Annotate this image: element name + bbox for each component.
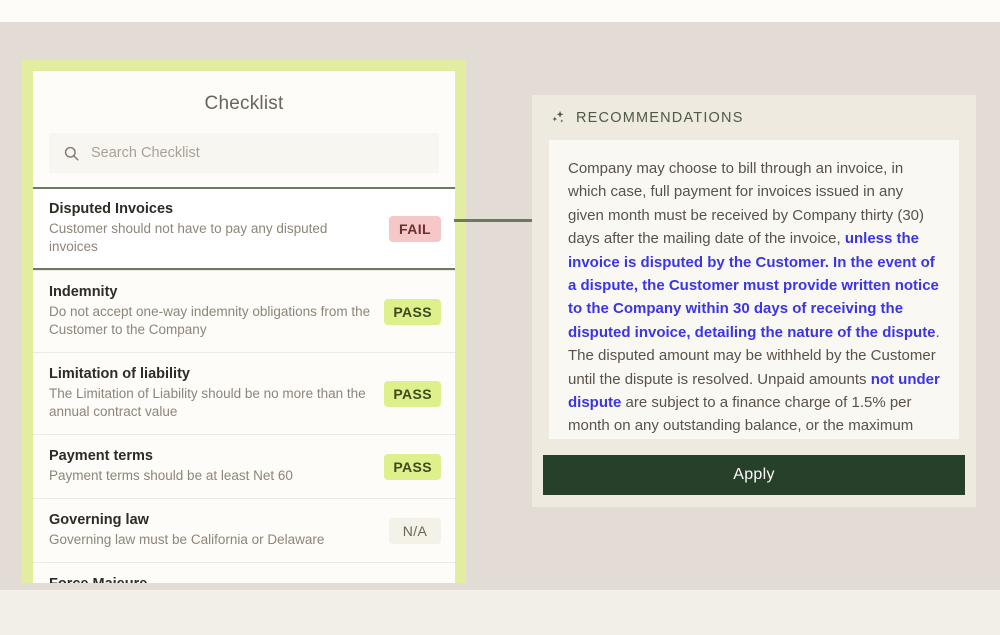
checklist-item-disputed-invoices[interactable]: Disputed Invoices Customer should not ha… [33,187,455,271]
status-badge: PASS [384,298,441,325]
page-title: Checklist [204,93,284,114]
list-item-text: Disputed Invoices Customer should not ha… [49,201,389,256]
list-item-description: Governing law must be California or Dela… [49,532,325,548]
recommendations-header: RECOMMENDATIONS [532,95,976,126]
list-item-title: Limitation of liability [49,366,190,383]
recommendation-text: Company may choose to bill through an in… [568,157,940,439]
list-item-text: Force Majeure Neither party will have an… [49,576,384,583]
checklist-item-indemnity[interactable]: Indemnity Do not accept one-way indemnit… [33,270,455,353]
checklist-item-limitation-of-liability[interactable]: Limitation of liability The Limitation o… [33,352,455,435]
footer-band [0,590,1000,635]
list-item-title: Payment terms [49,448,153,465]
status-badge: PASS [384,453,441,480]
list-item-text: Governing law Governing law must be Cali… [49,512,389,549]
list-item-title: Disputed Invoices [49,201,174,217]
list-item-title: Force Majeure [49,576,374,583]
list-item-title: Indemnity [49,284,118,301]
connector-line [454,219,534,222]
list-item-text: Payment terms Payment terms should be at… [49,448,384,485]
search-icon [63,145,80,162]
list-item-text: Limitation of liability The Limitation o… [49,366,384,421]
checklist-item-governing-law[interactable]: Governing law Governing law must be Cali… [33,498,455,563]
apply-button[interactable]: Apply [543,455,965,495]
recommendations-panel: RECOMMENDATIONS Company may choose to bi… [532,95,976,507]
checklist-item-force-majeure[interactable]: Force Majeure Neither party will have an… [33,562,455,583]
screenshot-root: Checklist Disputed Invoices Customer sho… [0,0,1000,635]
status-badge: N/A [389,517,441,544]
list-item-description: Do not accept one-way indemnity obligati… [49,304,371,338]
checklist-item-payment-terms[interactable]: Payment terms Payment terms should be at… [33,434,455,499]
list-item-description: Payment terms should be at least Net 60 [49,468,293,484]
search-bar[interactable] [49,133,439,173]
list-item-description: The Limitation of Liability should be no… [49,386,366,420]
status-badge: FAIL [389,215,441,242]
recommendations-body: Company may choose to bill through an in… [549,140,959,439]
checklist-panel-frame: Checklist Disputed Invoices Customer sho… [22,60,466,583]
search-input[interactable] [91,145,425,161]
sparkles-icon [550,109,567,126]
recommendation-plain: are subject to a finance charge of 1.5% … [568,393,914,435]
list-item-title: Governing law [49,512,149,529]
checklist-rows: Disputed Invoices Customer should not ha… [33,187,455,583]
checklist-panel: Checklist Disputed Invoices Customer sho… [33,71,455,583]
recommendations-label: RECOMMENDATIONS [576,109,744,126]
status-badge: PASS [384,380,441,407]
list-item-description: Customer should not have to pay any disp… [49,221,328,255]
list-item-text: Indemnity Do not accept one-way indemnit… [49,284,384,339]
